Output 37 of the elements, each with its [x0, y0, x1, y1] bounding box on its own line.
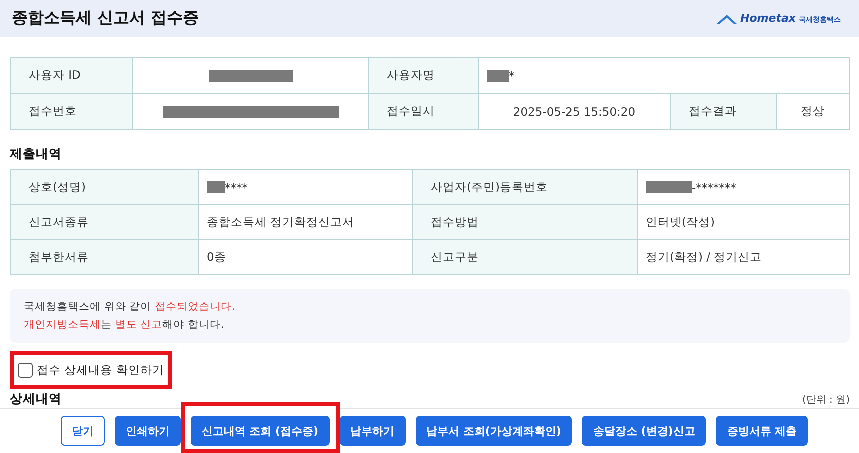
section-title: 제출내역	[10, 146, 63, 163]
field-label: 사업자(주민)등록번호	[412, 170, 638, 204]
field-value: 2025-05-25 15:50:20	[478, 94, 670, 130]
action-button[interactable]: 닫기	[60, 416, 105, 446]
action-button[interactable]: 증빙서류 제출	[716, 416, 808, 446]
action-button[interactable]: 납부하기	[340, 416, 406, 446]
logo-text: Hometax	[740, 12, 796, 25]
house-roof-icon	[716, 13, 738, 25]
field-label: 첨부한서류	[10, 240, 198, 274]
field-value: 인터넷(작성)	[638, 204, 850, 240]
checkbox[interactable]	[18, 362, 33, 378]
notice-text: 개인지방소득세 는 별도 신고해야 합니다.	[24, 318, 226, 333]
field-value: 정기(확정) / 정기신고	[638, 240, 850, 274]
notice-text: 국세청홈택스에 위와 같이 접수되었습니다.	[24, 300, 236, 315]
masked-text: -*******	[692, 180, 736, 194]
page-title: 종합소득세 신고서 접수증	[12, 8, 200, 29]
field-label: 신고구분	[412, 240, 638, 274]
action-button[interactable]: 납부서 조회(가상계좌확인)	[416, 416, 572, 446]
field-value: 정상	[776, 94, 850, 130]
field-label: 상호(성명)	[10, 170, 198, 204]
field-label: 접수방법	[412, 204, 638, 240]
masked-text: *	[509, 68, 515, 83]
action-button[interactable]: 송달장소 (변경)신고	[582, 416, 706, 446]
field-label: 사용자 ID	[10, 58, 132, 94]
masked-text: ****	[225, 180, 248, 194]
field-value: 0종	[198, 240, 412, 274]
field-label: 사용자명	[368, 58, 478, 94]
unit-note: (단위 : 원)	[802, 394, 850, 407]
action-button[interactable]: 인쇄하기	[114, 416, 181, 446]
checkbox-label[interactable]: 접수 상세내용 확인하기	[37, 362, 164, 378]
field-label: 신고서종류	[10, 204, 198, 240]
field-value: 종합소득세 정기확정신고서	[198, 204, 412, 240]
section-title: 상세내역	[10, 391, 62, 408]
action-button[interactable]: 신고내역 조회 (접수증)	[190, 416, 330, 446]
field-label: 접수일시	[368, 94, 478, 130]
field-label: 접수번호	[10, 94, 132, 130]
field-label: 접수결과	[670, 94, 776, 130]
